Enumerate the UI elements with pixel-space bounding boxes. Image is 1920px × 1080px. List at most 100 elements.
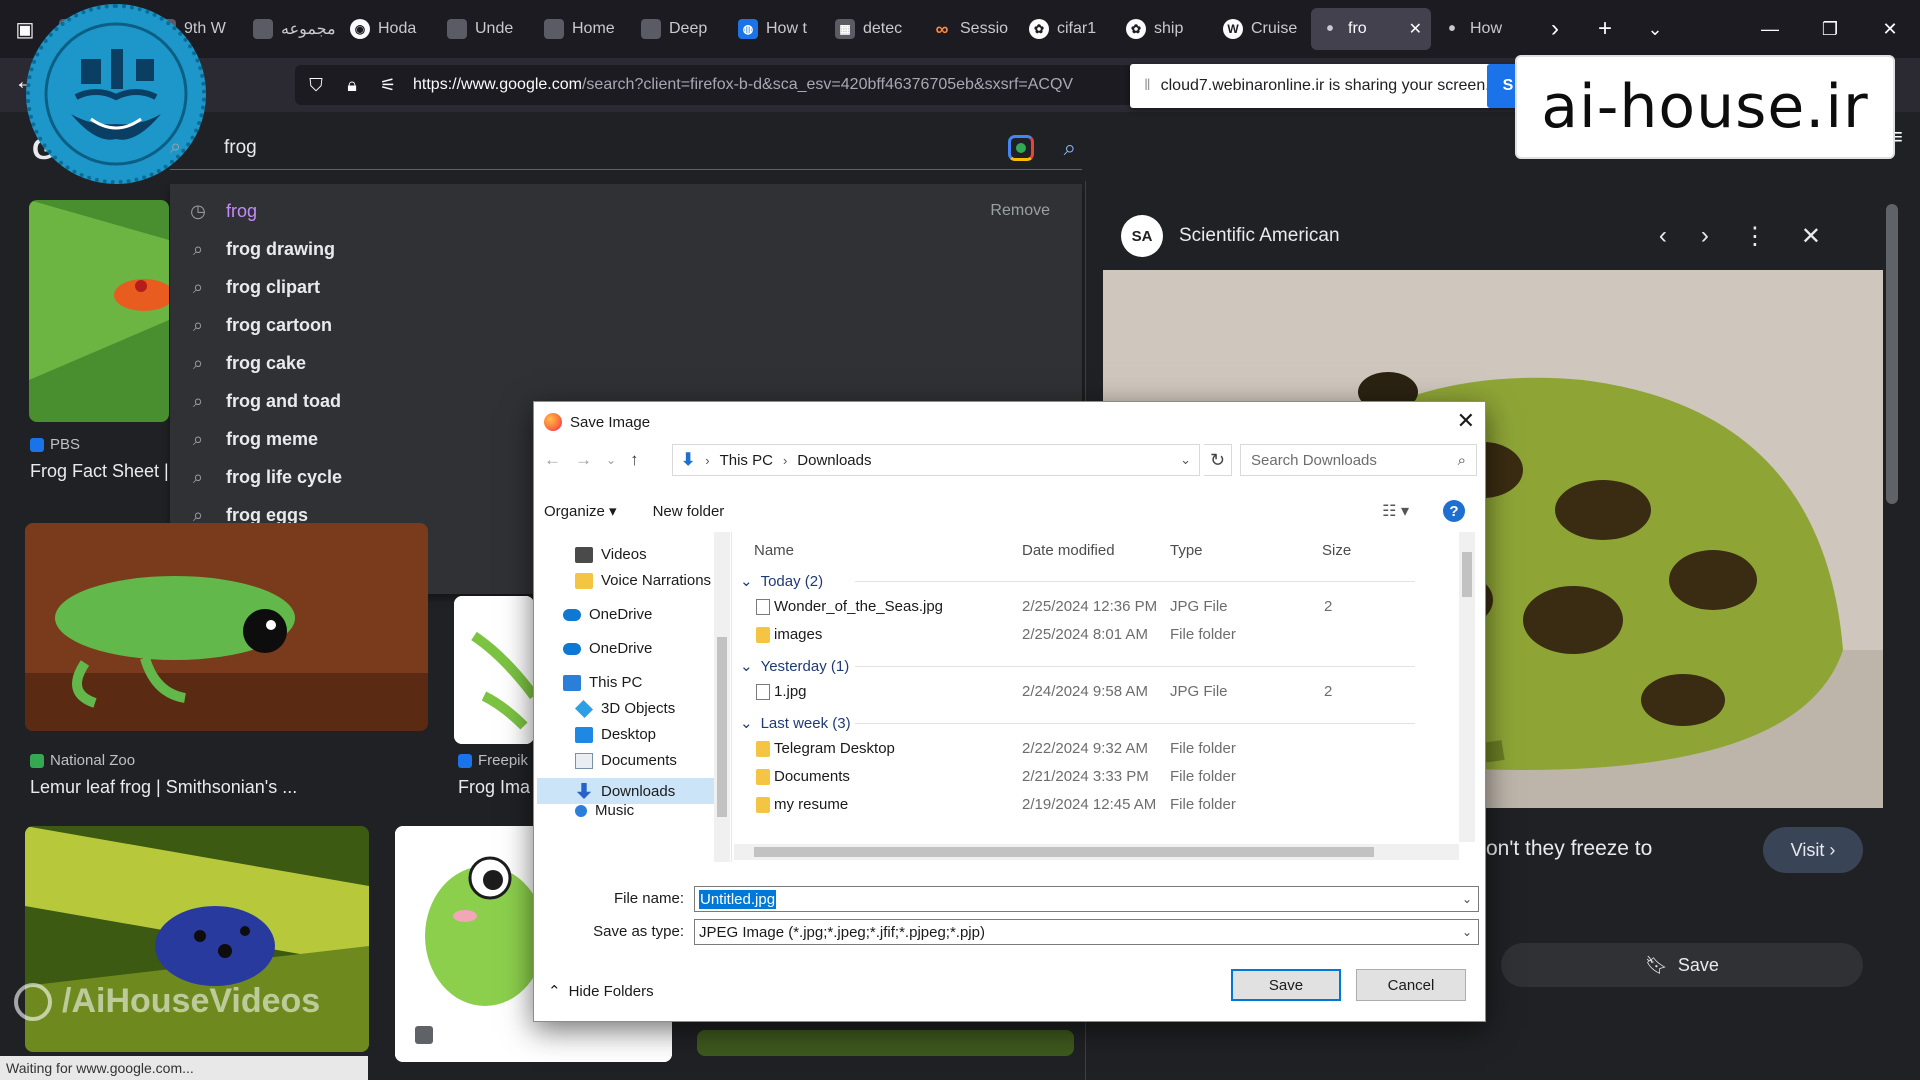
next-image-icon[interactable]: › — [1701, 222, 1709, 250]
close-tab-icon[interactable]: ✕ — [1409, 19, 1422, 39]
lock-icon[interactable]: 🔒︎ — [341, 75, 363, 96]
scroll-thumb[interactable] — [1462, 552, 1472, 597]
result-thumbnail-partial[interactable] — [697, 1030, 1074, 1056]
tab[interactable]: ✿ cifar1 — [1020, 8, 1115, 50]
hide-folders-toggle[interactable]: ⌃ Hide Folders — [548, 982, 654, 1001]
nav-item[interactable]: 3D Objects — [574, 699, 675, 718]
result-source-pbs[interactable]: PBS — [30, 436, 80, 453]
tab[interactable]: Deep — [632, 8, 727, 50]
file-row[interactable]: my resume 2/19/2024 12:45 AM File folder — [734, 793, 1454, 819]
tab[interactable]: Unde — [438, 8, 533, 50]
new-tab-button[interactable]: + — [1580, 0, 1630, 58]
recent-locations-icon[interactable]: ⌄ — [606, 453, 616, 467]
tab[interactable]: ◍ How t — [729, 8, 824, 50]
chevron-right-icon[interactable]: › — [783, 453, 787, 468]
tab[interactable]: • How — [1433, 8, 1528, 50]
chevron-down-icon[interactable]: ⌄ — [740, 714, 753, 732]
file-name-input[interactable]: Untitled.jpg ⌄ — [694, 886, 1479, 912]
nav-item[interactable]: This PC — [563, 674, 642, 691]
remove-history-button[interactable]: Remove — [990, 202, 1050, 220]
suggestion-item[interactable]: ◷ frog Remove — [170, 192, 1082, 230]
file-row[interactable]: images 2/25/2024 8:01 AM File folder — [734, 623, 1454, 649]
result-title-zoo[interactable]: Lemur leaf frog | Smithsonian's ... — [30, 777, 410, 798]
scroll-thumb[interactable] — [754, 847, 1374, 857]
chevron-down-icon[interactable]: ⌄ — [740, 657, 753, 675]
minimize-button[interactable]: — — [1740, 0, 1800, 58]
file-group-header[interactable]: ⌄ Today (2) — [740, 572, 1415, 590]
nav-item[interactable]: OneDrive — [563, 640, 652, 657]
path-dropdown-icon[interactable]: ⌄ — [1180, 452, 1191, 468]
tab-scroll-right-icon[interactable]: › — [1530, 0, 1580, 58]
nav-item[interactable]: Music — [575, 802, 634, 819]
search-box[interactable]: ⌕ frog ⌕ — [170, 126, 1082, 170]
up-arrow-icon[interactable]: ↑ — [630, 450, 639, 470]
dialog-close-button[interactable]: ✕ — [1457, 408, 1475, 434]
result-title-pbs[interactable]: Frog Fact Sheet | — [30, 461, 170, 482]
change-view-icon[interactable]: ☷ ▾ — [1382, 501, 1409, 521]
result-source-freepik[interactable]: Freepik — [458, 752, 528, 769]
suggestion-item[interactable]: ⌕ frog drawing — [170, 230, 1082, 268]
url-text[interactable]: https://www.google.com/search?client=fir… — [413, 76, 1173, 94]
result-title-freepik[interactable]: Frog Ima — [458, 777, 533, 798]
cancel-button[interactable]: Cancel — [1356, 969, 1466, 1001]
result-source-zoo[interactable]: National Zoo — [30, 752, 135, 769]
forward-arrow-icon[interactable]: → — [575, 450, 592, 470]
save-to-collection-button[interactable]: 🔖︎ Save — [1501, 943, 1863, 987]
tab[interactable]: ✿ ship — [1117, 8, 1212, 50]
organize-menu[interactable]: Organize ▾ — [544, 502, 617, 520]
list-all-tabs-icon[interactable]: ⌄ — [1630, 0, 1680, 58]
refresh-icon[interactable]: ↻ — [1204, 444, 1232, 476]
column-size[interactable]: Size — [1322, 542, 1351, 559]
column-name[interactable]: Name — [754, 542, 794, 559]
file-row[interactable]: Telegram Desktop 2/22/2024 9:32 AM File fo… — [734, 737, 1454, 763]
tab[interactable]: W Cruise — [1214, 8, 1309, 50]
file-row[interactable]: Wonder_of_the_Seas.jpg 2/25/2024 12:36 PM… — [734, 595, 1454, 621]
nav-item[interactable]: Downloads — [537, 778, 714, 804]
permissions-icon[interactable]: ⚟ — [377, 75, 399, 96]
search-downloads-input[interactable]: Search Downloads ⌕ — [1240, 444, 1477, 476]
restore-button[interactable]: ❐ — [1800, 0, 1860, 58]
source-name[interactable]: Scientific American — [1179, 225, 1340, 247]
new-folder-button[interactable]: New folder — [653, 503, 725, 520]
tab[interactable]: ◉ Hoda — [341, 8, 436, 50]
tab[interactable]: مجموعه — [244, 8, 339, 50]
path-breadcrumb[interactable]: ⬇ › This PC › Downloads ⌄ — [672, 444, 1200, 476]
nav-item[interactable]: Documents — [575, 752, 677, 769]
drag-handle-icon[interactable]: ‖ — [1144, 77, 1151, 95]
chevron-down-icon[interactable]: ⌄ — [740, 572, 753, 590]
chevron-right-icon[interactable]: › — [705, 453, 709, 468]
breadcrumb-this-pc[interactable]: This PC — [720, 452, 773, 469]
scroll-thumb[interactable] — [717, 637, 727, 817]
file-list-scrollbar[interactable] — [1459, 532, 1475, 842]
file-name-value[interactable]: Untitled.jpg — [699, 889, 777, 909]
result-thumbnail-pbs[interactable] — [29, 200, 169, 422]
tab[interactable]: Home — [535, 8, 630, 50]
previous-image-icon[interactable]: ‹ — [1659, 222, 1667, 250]
tab[interactable]: • fro ✕ — [1311, 8, 1431, 50]
source-badge[interactable]: SA — [1121, 215, 1163, 257]
file-row[interactable]: Documents 2/21/2024 3:33 PM File folder — [734, 765, 1454, 791]
tab[interactable]: ∞ Sessio — [923, 8, 1018, 50]
preview-caption[interactable]: on't they freeze to — [1486, 837, 1652, 861]
search-submit-icon[interactable]: ⌕ — [1064, 135, 1076, 161]
column-date-modified[interactable]: Date modified — [1022, 542, 1115, 559]
suggestion-item[interactable]: ⌕ frog clipart — [170, 268, 1082, 306]
close-window-button[interactable]: ✕ — [1860, 0, 1920, 58]
file-group-header[interactable]: ⌄ Last week (3) — [740, 714, 1415, 732]
nav-item[interactable]: Desktop — [575, 726, 656, 743]
nav-item[interactable]: OneDrive — [563, 606, 652, 623]
visit-button[interactable]: Visit › — [1763, 827, 1863, 873]
shield-icon[interactable]: ⛉ — [305, 75, 327, 96]
save-type-select[interactable]: JPEG Image (*.jpg;*.jpeg;*.jfif;*.pjpeg;… — [694, 919, 1479, 945]
chevron-down-icon[interactable]: ⌄ — [1462, 892, 1472, 906]
save-button[interactable]: Save — [1231, 969, 1341, 1001]
page-scrollbar[interactable] — [1886, 204, 1898, 504]
back-arrow-icon[interactable]: ← — [544, 450, 561, 470]
help-icon[interactable]: ? — [1443, 500, 1465, 522]
search-query[interactable]: frog — [224, 137, 1008, 159]
breadcrumb-downloads[interactable]: Downloads — [797, 452, 871, 469]
result-thumbnail-zoo[interactable] — [25, 523, 428, 731]
column-type[interactable]: Type — [1170, 542, 1203, 559]
nav-item[interactable]: Videos — [575, 546, 647, 563]
google-lens-icon[interactable] — [1007, 134, 1034, 161]
